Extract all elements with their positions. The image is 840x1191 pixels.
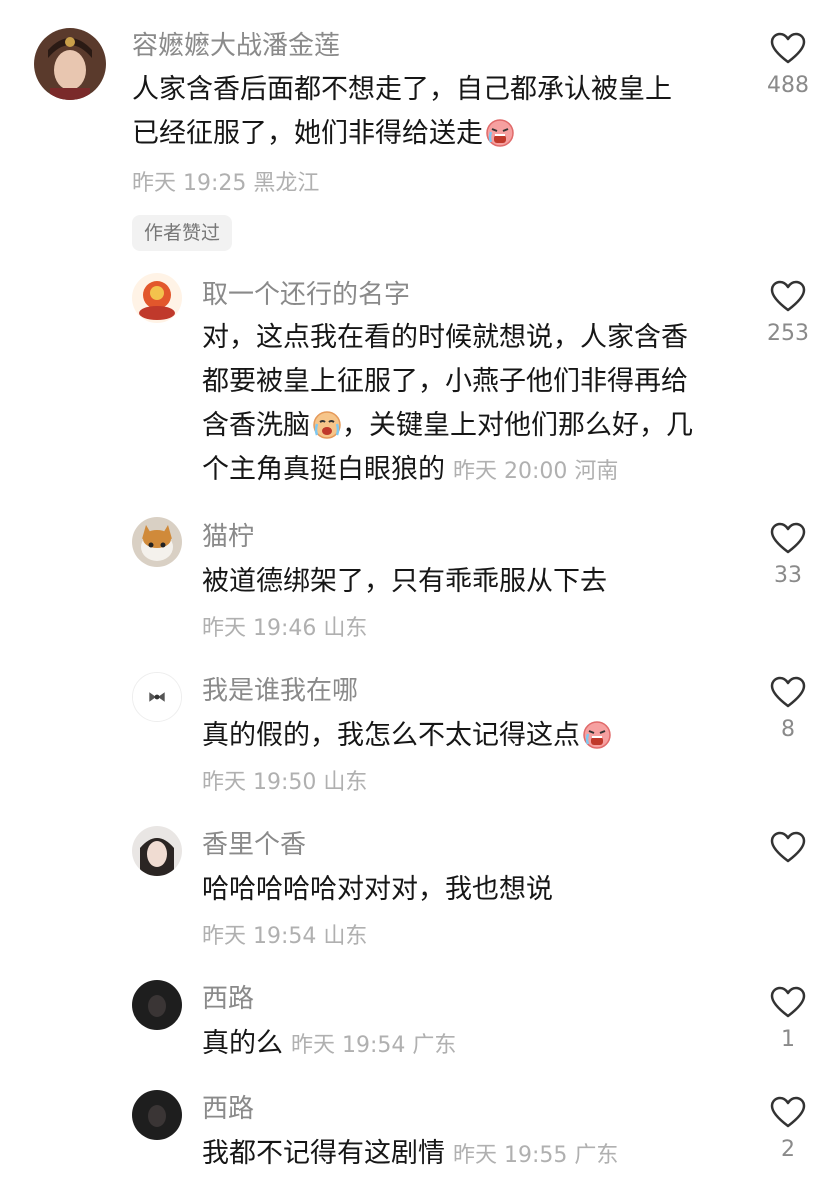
- avatar-image: [34, 28, 106, 100]
- comment-username[interactable]: 容嬷嬷大战潘金莲: [132, 33, 340, 59]
- comment-text: 被道德绑架了，只有乖乖服从下去: [202, 566, 607, 597]
- heart-icon: [770, 280, 806, 312]
- comment-text-line: 对，这点我在看的时候就想说，人家含香: [202, 322, 688, 353]
- comment-text: 我都不记得有这剧情 昨天 19:55 广东: [202, 1132, 742, 1178]
- heart-icon: [770, 32, 806, 64]
- comment-text: 对，这点我在看的时候就想说，人家含香 都要被皇上征服了，小燕子他们非得再给 含香…: [202, 316, 742, 494]
- like-count: 253: [767, 321, 809, 346]
- comment-meta: 昨天 20:00 河南: [453, 459, 619, 484]
- avatar-image: [132, 517, 182, 567]
- comment-text-line: 真的么: [202, 1028, 283, 1059]
- avatar[interactable]: [132, 273, 182, 323]
- avatar-image: [132, 826, 182, 876]
- heart-icon: [770, 1096, 806, 1128]
- crying-face-icon: [582, 720, 612, 750]
- comment-meta: 昨天 19:54 广东: [291, 1033, 457, 1058]
- avatar-image: [132, 273, 182, 323]
- heart-icon: [770, 676, 806, 708]
- comment-text-line: 人家含香后面都不想走了，自己都承认被皇上: [132, 74, 672, 105]
- avatar-image: [132, 980, 182, 1030]
- author-liked-badge: 作者赞过: [132, 215, 233, 251]
- like-button[interactable]: 8: [764, 676, 812, 741]
- comment-text: 人家含香后面都不想走了，自己都承认被皇上 已经征服了，她们非得给送走: [132, 68, 732, 156]
- comment-meta: 昨天 19:46 山东: [202, 616, 368, 641]
- like-button[interactable]: 33: [764, 522, 812, 587]
- comment-text-line: 我都不记得有这剧情: [202, 1138, 445, 1169]
- comment-text-line: 真的假的，我怎么不太记得这点: [202, 720, 580, 751]
- like-count: 488: [767, 73, 809, 98]
- like-count: 2: [781, 1137, 795, 1162]
- comment-text-line: 都要被皇上征服了，小燕子他们非得再给: [202, 366, 688, 397]
- comment-meta: 昨天 19:50 山东: [202, 770, 368, 795]
- avatar[interactable]: [132, 826, 182, 876]
- avatar-image: [132, 1090, 182, 1140]
- avatar-image: [133, 673, 181, 721]
- avatar[interactable]: [34, 28, 106, 100]
- comment-meta: 昨天 19:55 广东: [453, 1143, 619, 1168]
- comment-username[interactable]: 取一个还行的名字: [202, 282, 410, 308]
- heart-icon: [770, 522, 806, 554]
- comment-text-line: 已经征服了，她们非得给送走: [132, 118, 483, 149]
- like-button[interactable]: 488: [764, 32, 812, 97]
- like-button[interactable]: 253: [764, 280, 812, 345]
- comment-username[interactable]: 西路: [202, 986, 254, 1012]
- comment-text: 真的么 昨天 19:54 广东: [202, 1022, 742, 1068]
- heart-icon: [770, 986, 806, 1018]
- comment-username[interactable]: 香里个香: [202, 832, 306, 858]
- comment-text: 真的假的，我怎么不太记得这点: [202, 714, 742, 758]
- comment-username[interactable]: 我是谁我在哪: [202, 678, 358, 704]
- comment-text-line: ，关键皇上对他们那么好，几: [342, 410, 693, 441]
- comment-username[interactable]: 西路: [202, 1096, 254, 1122]
- comment-meta: 昨天 19:25 黑龙江: [132, 171, 320, 196]
- like-count: 1: [781, 1027, 795, 1052]
- like-button[interactable]: [764, 831, 812, 874]
- avatar[interactable]: [132, 980, 182, 1030]
- comment-text-line: 含香洗脑: [202, 410, 310, 441]
- comment-meta: 昨天 19:54 山东: [202, 924, 368, 949]
- avatar[interactable]: [132, 672, 182, 722]
- heart-icon: [770, 831, 806, 863]
- comment-text-line: 个主角真挺白眼狼的: [202, 454, 445, 485]
- like-count: 8: [781, 717, 795, 742]
- comment-text: 哈哈哈哈哈对对对，我也想说: [202, 874, 553, 905]
- crying-face-icon: [485, 118, 515, 148]
- like-button[interactable]: 1: [764, 986, 812, 1051]
- like-button[interactable]: 2: [764, 1096, 812, 1161]
- crying-face-icon: [312, 410, 342, 440]
- avatar[interactable]: [132, 1090, 182, 1140]
- like-count: 33: [774, 563, 802, 588]
- avatar[interactable]: [132, 517, 182, 567]
- comment-username[interactable]: 猫柠: [202, 524, 254, 550]
